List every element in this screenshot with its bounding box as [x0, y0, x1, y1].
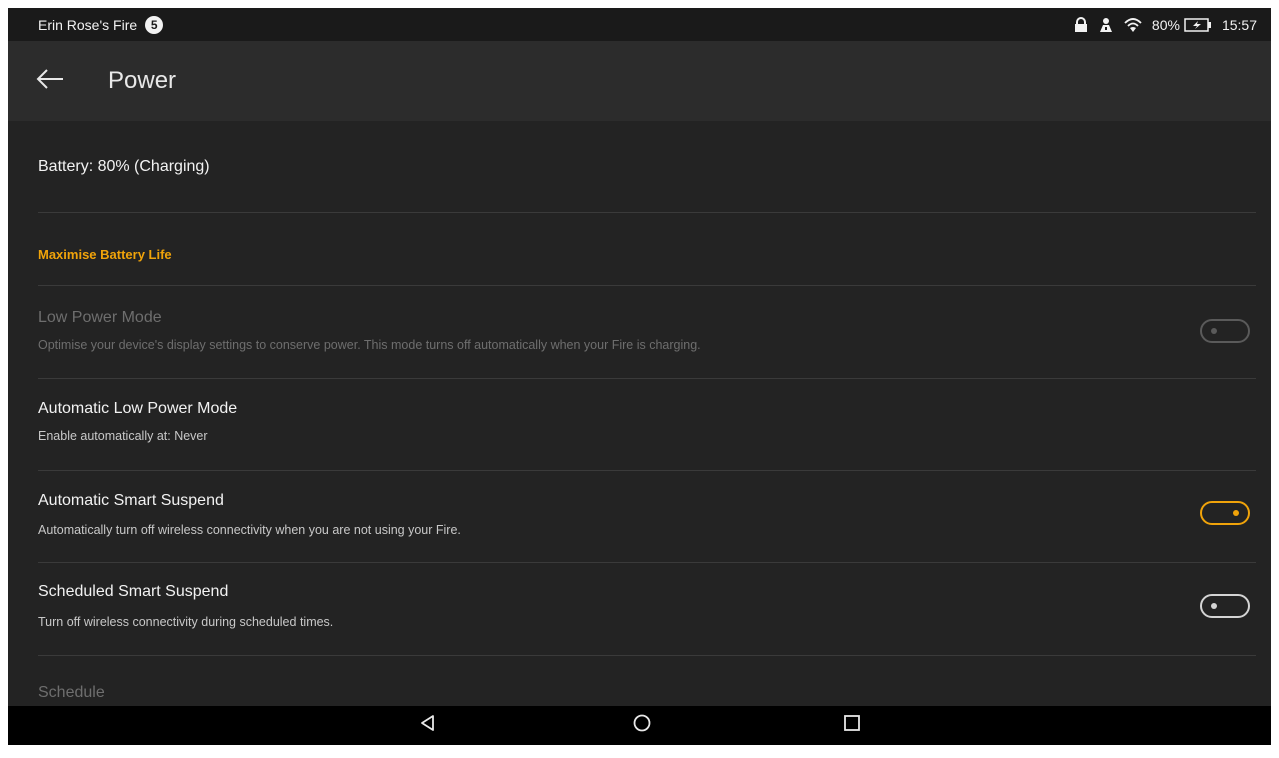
- setting-subtitle: Enable automatically at: Never: [38, 429, 208, 443]
- toggle-knob: [1211, 328, 1217, 334]
- status-bar: Erin Rose's Fire 5 80% 15:57: [8, 8, 1271, 41]
- app-bar: Power: [8, 41, 1271, 121]
- setting-title: Automatic Smart Suspend: [38, 492, 224, 509]
- settings-list: Battery: 80% (Charging) Maximise Battery…: [8, 121, 1271, 706]
- back-button[interactable]: [30, 63, 70, 99]
- status-left: Erin Rose's Fire 5: [38, 8, 164, 41]
- notification-badge: 5: [145, 15, 164, 34]
- person-icon: [1098, 17, 1114, 33]
- nav-back-button[interactable]: [406, 706, 450, 745]
- back-triangle-icon: [419, 714, 437, 737]
- automatic-smart-suspend-toggle[interactable]: [1200, 501, 1250, 525]
- status-right: 80% 15:57: [1074, 8, 1257, 41]
- setting-title: Scheduled Smart Suspend: [38, 583, 229, 600]
- battery-charging-icon: [1184, 17, 1212, 32]
- schedule-item[interactable]: Schedule: [38, 684, 105, 702]
- arrow-left-icon: [35, 68, 65, 95]
- page-title: Power: [108, 67, 177, 94]
- toggle-knob: [1233, 510, 1239, 516]
- section-divider: [38, 121, 1256, 286]
- nav-recents-button[interactable]: [830, 706, 874, 745]
- setting-title: Low Power Mode: [38, 309, 162, 326]
- setting-subtitle: Turn off wireless connectivity during sc…: [38, 615, 334, 629]
- clock: 15:57: [1221, 16, 1257, 33]
- low-power-mode-toggle[interactable]: [1200, 319, 1250, 343]
- toggle-knob: [1211, 603, 1217, 609]
- wifi-icon: [1124, 17, 1142, 33]
- setting-low-power-mode[interactable]: Low Power Mode Optimise your device's di…: [38, 285, 1256, 379]
- recents-square-icon: [843, 714, 861, 737]
- setting-scheduled-smart-suspend[interactable]: Scheduled Smart Suspend Turn off wireles…: [38, 562, 1256, 656]
- nav-bar: [8, 706, 1271, 745]
- lock-icon: [1074, 16, 1088, 33]
- device-screen: Erin Rose's Fire 5 80% 15:57 Power Batte…: [8, 8, 1271, 745]
- device-name: Erin Rose's Fire: [38, 16, 138, 33]
- setting-subtitle: Optimise your device's display settings …: [38, 338, 701, 352]
- setting-automatic-low-power-mode[interactable]: Automatic Low Power Mode Enable automati…: [38, 378, 1256, 471]
- scheduled-smart-suspend-toggle[interactable]: [1200, 594, 1250, 618]
- battery-indicator: 80%: [1152, 17, 1212, 33]
- setting-automatic-smart-suspend[interactable]: Automatic Smart Suspend Automatically tu…: [38, 470, 1256, 563]
- home-circle-icon: [632, 713, 652, 738]
- setting-title: Automatic Low Power Mode: [38, 400, 238, 417]
- battery-percent: 80%: [1151, 16, 1180, 33]
- nav-home-button[interactable]: [620, 706, 664, 745]
- setting-subtitle: Automatically turn off wireless connecti…: [38, 523, 461, 537]
